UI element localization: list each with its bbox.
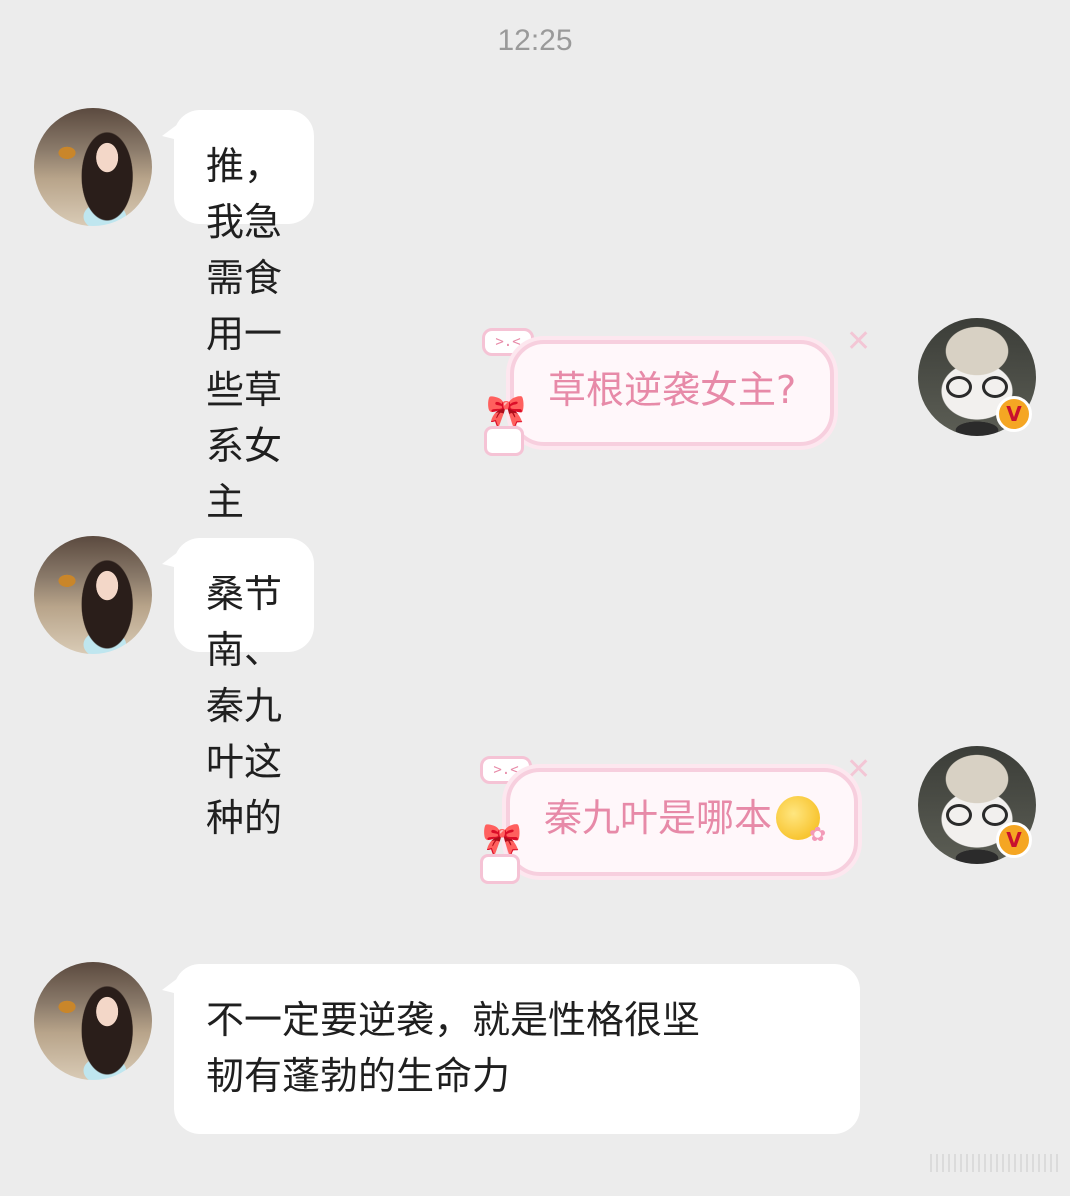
bow-decoration-icon: 🎀	[482, 820, 522, 858]
message-timestamp: 12:25	[497, 24, 573, 57]
message-text: 推，我急需食用一些草系女主	[206, 144, 283, 524]
message-text: 桑节南、秦九叶这种的	[206, 572, 283, 840]
message-bubble[interactable]: 推，我急需食用一些草系女主	[161, 110, 315, 524]
verified-badge-icon: V	[996, 822, 1032, 858]
bubble-tab-decoration	[484, 426, 524, 456]
bow-decoration-icon: 🎀	[486, 392, 526, 430]
glasses-icon	[946, 376, 1008, 398]
watermark-bar	[930, 1154, 1060, 1172]
message-bubble[interactable]: 不一定要逆袭，就是性格很坚 韧有蓬勃的生命力	[162, 964, 860, 1134]
message-text-line: 韧有蓬勃的生命力	[206, 1054, 511, 1098]
sender-avatar[interactable]	[34, 962, 152, 1080]
message-text: 秦九叶是哪本	[544, 796, 773, 840]
message-text: 草根逆袭女主?	[548, 368, 797, 412]
sender-avatar[interactable]	[34, 108, 152, 226]
message-bubble[interactable]: 桑节南、秦九叶这种的	[162, 538, 314, 840]
bubble-tab-decoration	[480, 854, 520, 884]
message-bubble[interactable]: 秦九叶是哪本	[506, 768, 859, 876]
sparkle-decoration-icon: ✕	[846, 324, 872, 359]
sender-avatar[interactable]	[34, 536, 152, 654]
flower-face-emoji-icon	[776, 795, 826, 844]
glasses-icon	[946, 804, 1008, 826]
message-text-line: 不一定要逆袭，就是性格很坚	[206, 998, 701, 1042]
message-bubble[interactable]: 草根逆袭女主?	[510, 340, 835, 446]
verified-badge-icon: V	[996, 396, 1032, 432]
